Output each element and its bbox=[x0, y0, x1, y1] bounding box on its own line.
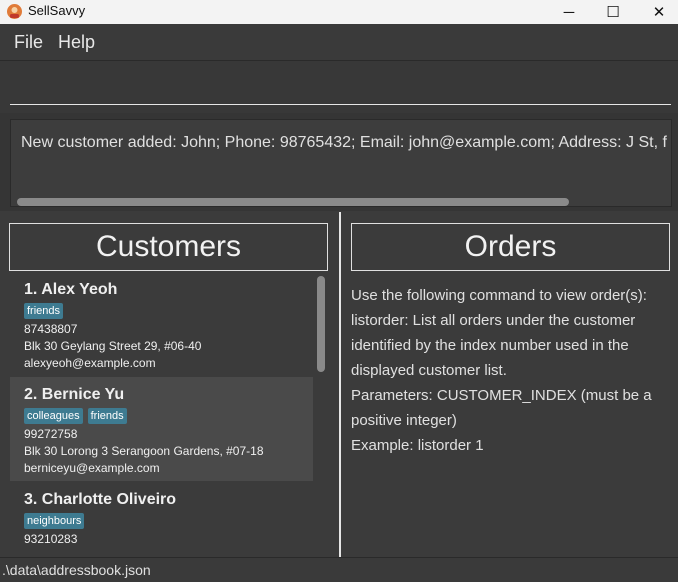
orders-help-line: listorder: List all orders under the cus… bbox=[351, 312, 636, 329]
tag: colleagues bbox=[24, 408, 83, 424]
tag: neighbours bbox=[24, 513, 85, 529]
customer-list-scrollbar[interactable] bbox=[315, 272, 327, 547]
orders-header: Orders bbox=[351, 223, 670, 271]
window-title: SellSavvy bbox=[28, 3, 86, 18]
customer-address: Blk 30 Lorong 3 Serangoon Gardens, #07-1… bbox=[24, 444, 264, 458]
result-display[interactable]: New customer added: John; Phone: 9876543… bbox=[10, 119, 672, 207]
menu-help[interactable]: Help bbox=[58, 32, 95, 53]
scrollbar-thumb[interactable] bbox=[317, 276, 325, 372]
orders-help-line: Parameters: CUSTOMER_INDEX (must be a bbox=[351, 387, 652, 404]
minimize-icon: ─ bbox=[563, 3, 575, 21]
menu-file[interactable]: File bbox=[14, 32, 43, 53]
customer-tags: friends bbox=[24, 303, 64, 319]
result-horizontal-scrollbar[interactable] bbox=[17, 198, 569, 206]
app-logo-icon bbox=[7, 4, 22, 19]
customer-list[interactable]: 1. Alex Yeoh friends 87438807 Blk 30 Gey… bbox=[10, 272, 327, 547]
customer-phone: 93210283 bbox=[24, 532, 78, 546]
customer-name: 1. Alex Yeoh bbox=[24, 281, 118, 298]
result-display-area: New customer added: John; Phone: 9876543… bbox=[0, 113, 678, 211]
orders-help-text: Use the following command to view order(… bbox=[351, 283, 666, 458]
orders-help-line: identified by the index number used in t… bbox=[351, 337, 629, 354]
orders-help-line: positive integer) bbox=[351, 412, 457, 429]
result-text: New customer added: John; Phone: 9876543… bbox=[21, 134, 667, 151]
minimize-button[interactable]: ─ bbox=[546, 0, 592, 24]
customer-tags: neighbours bbox=[24, 513, 85, 529]
menu-bar: File Help bbox=[0, 24, 678, 61]
command-input-underline bbox=[10, 104, 671, 105]
close-button[interactable]: ✕ bbox=[636, 0, 678, 24]
customers-header: Customers bbox=[9, 223, 328, 271]
customer-tags: colleagues friends bbox=[24, 408, 127, 424]
customer-name: 2. Bernice Yu bbox=[24, 386, 125, 403]
command-box[interactable] bbox=[0, 61, 678, 113]
tag: friends bbox=[87, 408, 127, 424]
orders-help-line: Example: listorder 1 bbox=[351, 437, 484, 454]
maximize-icon: ☐ bbox=[606, 4, 620, 21]
tag: friends bbox=[24, 303, 64, 319]
customer-phone: 99272758 bbox=[24, 427, 78, 441]
customer-email: berniceyu@example.com bbox=[24, 461, 160, 475]
customer-name: 3. Charlotte Oliveiro bbox=[24, 491, 177, 508]
customer-card[interactable]: 3. Charlotte Oliveiro neighbours 9321028… bbox=[10, 482, 313, 547]
title-bar: SellSavvy ─ ☐ ✕ bbox=[0, 0, 678, 24]
orders-help-line: Use the following command to view order(… bbox=[351, 287, 647, 304]
save-location: .\data\addressbook.json bbox=[2, 562, 151, 578]
customer-card[interactable]: 1. Alex Yeoh friends 87438807 Blk 30 Gey… bbox=[10, 272, 313, 376]
customer-phone: 87438807 bbox=[24, 322, 78, 336]
maximize-button[interactable]: ☐ bbox=[590, 0, 636, 24]
customer-email: alexyeoh@example.com bbox=[24, 356, 156, 370]
status-bar: .\data\addressbook.json bbox=[0, 557, 678, 582]
orders-help-line: displayed customer list. bbox=[351, 362, 507, 379]
customer-address: Blk 30 Geylang Street 29, #06-40 bbox=[24, 339, 202, 353]
close-icon: ✕ bbox=[652, 4, 666, 21]
customer-card[interactable]: 2. Bernice Yu colleagues friends 9927275… bbox=[10, 377, 313, 481]
